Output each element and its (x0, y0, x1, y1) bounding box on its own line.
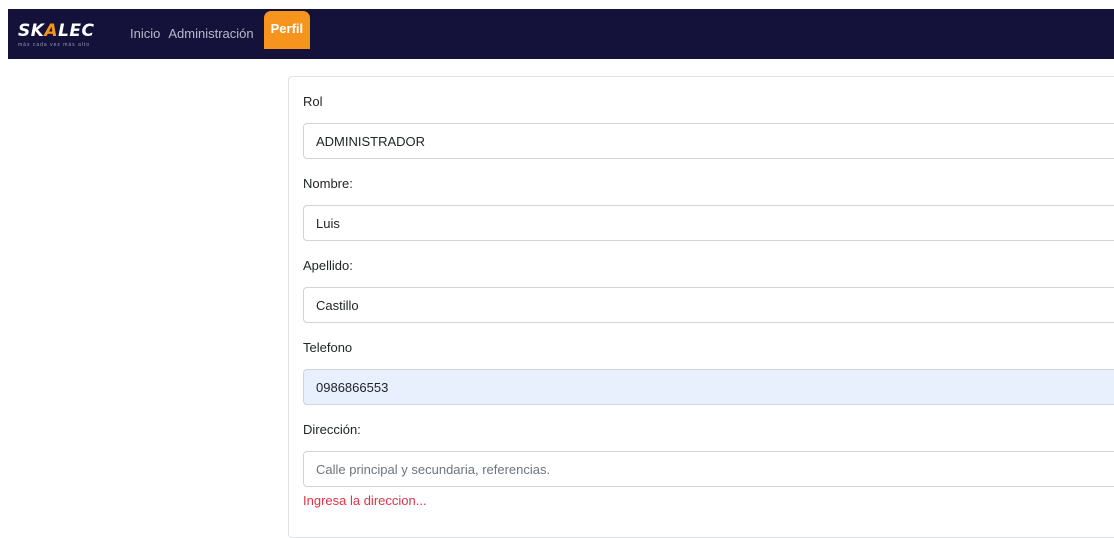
nombre-label: Nombre: (303, 176, 353, 191)
brand-tagline: más cada vez más alto (18, 42, 91, 48)
direccion-group: Dirección: Ingresa la direccion... (303, 422, 1114, 508)
rol-label: Rol (303, 94, 323, 109)
direccion-error-message: Ingresa la direccion... (303, 493, 427, 508)
top-navbar: SKALEC más cada vez más alto Inicio Admi… (8, 9, 1114, 59)
telefono-field[interactable] (303, 369, 1114, 405)
nav-link-inicio[interactable]: Inicio (126, 9, 164, 59)
direccion-field[interactable] (303, 451, 1114, 487)
nombre-field[interactable] (303, 205, 1114, 241)
apellido-group: Apellido: (303, 258, 1114, 323)
brand-logo[interactable]: SKALEC más cada vez más alto (14, 9, 114, 59)
rol-group: Rol (303, 94, 1114, 159)
profile-form-card: Rol Nombre: Apellido: Telefono Dirección… (288, 76, 1114, 538)
apellido-field[interactable] (303, 287, 1114, 323)
telefono-group: Telefono (303, 340, 1114, 405)
rol-field[interactable] (303, 123, 1114, 159)
telefono-label: Telefono (303, 340, 353, 355)
brand-name: SKALEC (18, 21, 95, 41)
nombre-group: Nombre: (303, 176, 1114, 241)
apellido-label: Apellido: (303, 258, 353, 273)
nav-link-perfil[interactable]: Perfil (263, 11, 311, 49)
nav-link-administracion[interactable]: Administración (164, 9, 257, 59)
direccion-label: Dirección: (303, 422, 361, 437)
